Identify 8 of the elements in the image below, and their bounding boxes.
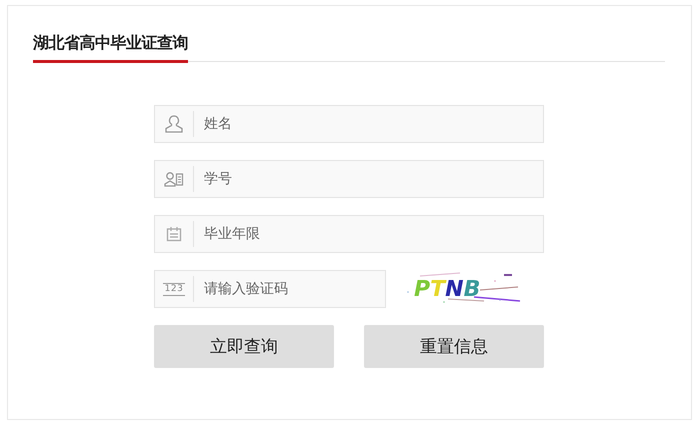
captcha-image[interactable]: PTNB xyxy=(400,270,524,308)
page-title: 湖北省高中毕业证查询 xyxy=(33,33,188,63)
text-input[interactable]: 请输入验证码 xyxy=(194,270,385,308)
contact-card-icon xyxy=(164,171,184,187)
person-icon xyxy=(165,114,183,134)
reset-button[interactable]: 重置信息 xyxy=(364,325,544,368)
query-button[interactable]: 立即查询 xyxy=(154,325,334,368)
calendar-icon xyxy=(166,226,182,242)
